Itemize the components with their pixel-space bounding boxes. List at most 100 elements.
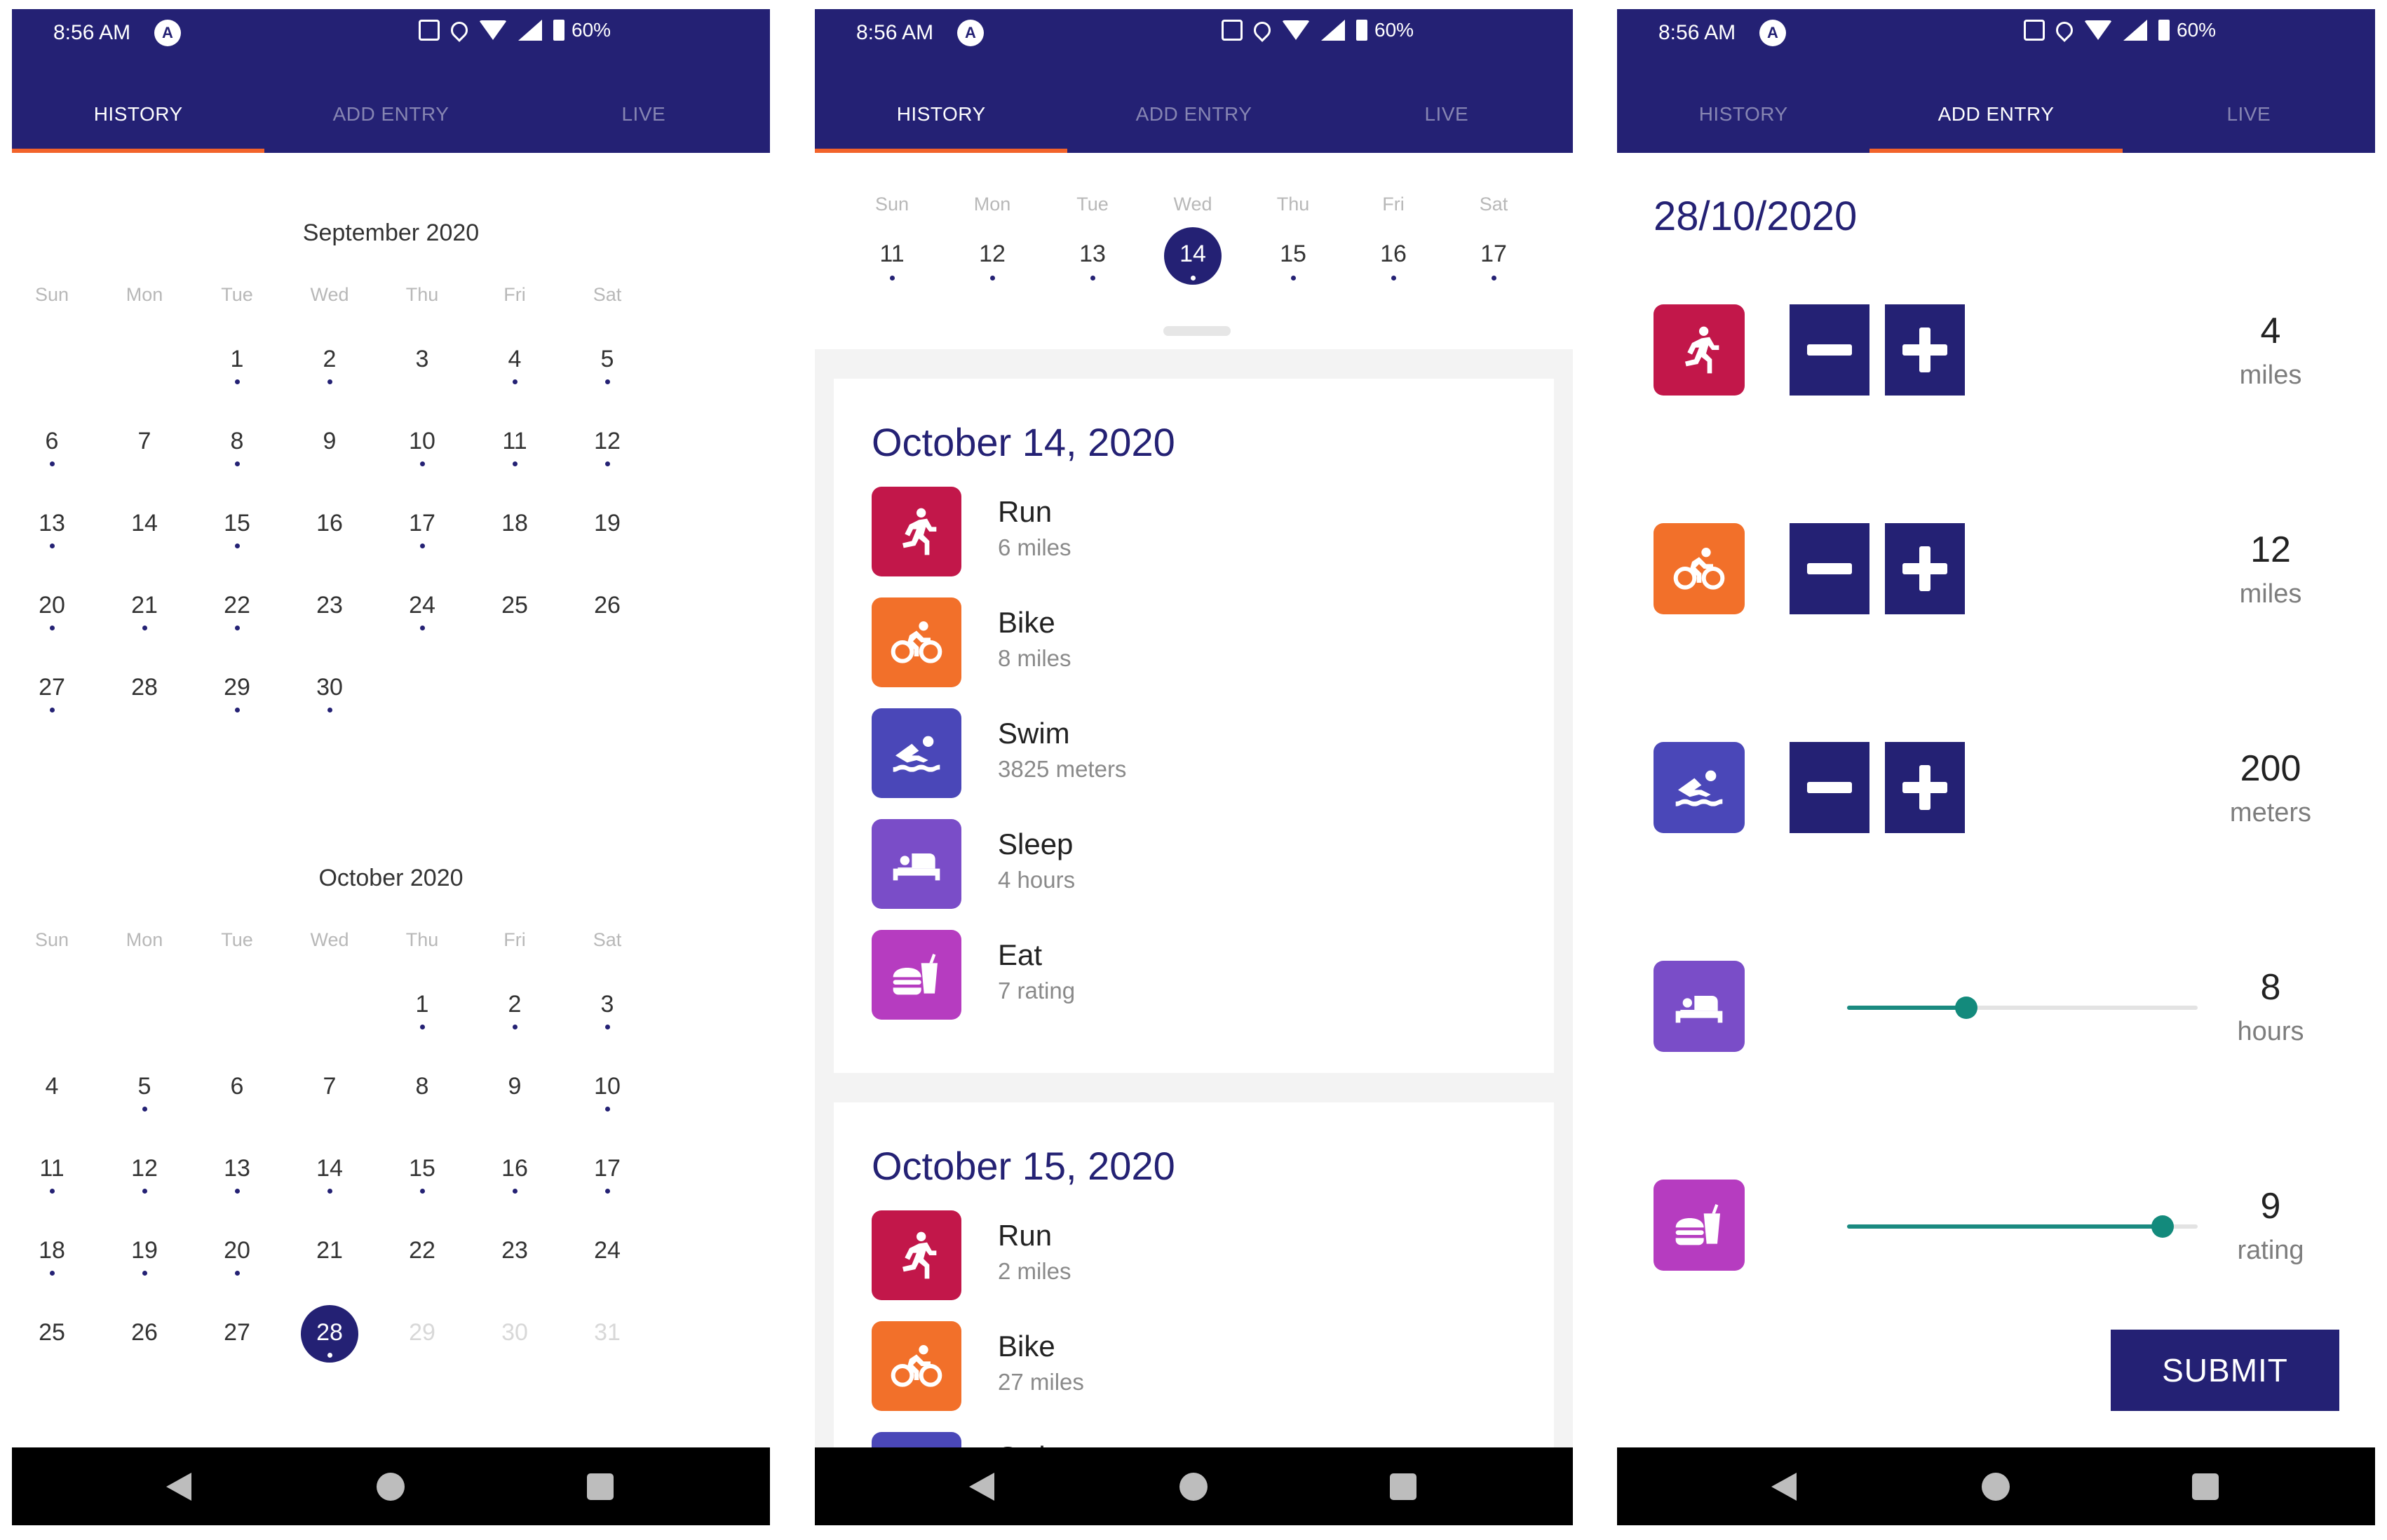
activity-entry[interactable]: Swim <box>872 1432 1503 1447</box>
calendar-day[interactable]: 18 <box>17 1237 87 1279</box>
activity-entry[interactable]: Eat 7 rating <box>872 930 1503 1021</box>
calendar-day[interactable]: 7 <box>295 1073 365 1115</box>
calendar-day[interactable]: 5 <box>572 346 642 388</box>
tab-add-entry[interactable]: ADD ENTRY <box>264 79 517 153</box>
calendar-day[interactable]: 25 <box>480 592 550 634</box>
activity-entry[interactable]: Bike 27 miles <box>872 1321 1503 1412</box>
calendar-day[interactable]: 10 <box>572 1073 642 1115</box>
calendar-day[interactable]: 18 <box>480 510 550 552</box>
tab-history[interactable]: HISTORY <box>12 79 265 153</box>
calendar-day[interactable]: 27 <box>202 1319 272 1361</box>
recents-icon[interactable] <box>587 1473 614 1500</box>
calendar-day[interactable]: 31 <box>572 1319 642 1361</box>
tab-add-entry[interactable]: ADD ENTRY <box>1869 79 2123 153</box>
calendar-day[interactable]: 15 <box>387 1155 457 1197</box>
week-day[interactable]: 17 <box>1459 241 1529 290</box>
calendar-day[interactable]: 4 <box>480 346 550 388</box>
decrement-button[interactable] <box>1790 742 1869 833</box>
calendar-day[interactable]: 16 <box>480 1155 550 1197</box>
expand-handle[interactable] <box>1163 326 1231 336</box>
slider-thumb[interactable] <box>2151 1215 2174 1238</box>
calendar-day[interactable]: 11 <box>17 1155 87 1197</box>
calendar-day[interactable]: 17 <box>572 1155 642 1197</box>
calendar-day[interactable]: 24 <box>387 592 457 634</box>
back-icon[interactable] <box>969 1473 994 1501</box>
decrement-button[interactable] <box>1790 304 1869 396</box>
calendar-day[interactable]: 8 <box>202 428 272 470</box>
calendar-day[interactable]: 25 <box>17 1319 87 1361</box>
calendar-day[interactable]: 21 <box>295 1237 365 1279</box>
calendar-day[interactable]: 23 <box>295 592 365 634</box>
calendar-day[interactable]: 14 <box>295 1155 365 1197</box>
calendar-day[interactable]: 21 <box>109 592 180 634</box>
calendar-day[interactable]: 6 <box>202 1073 272 1115</box>
calendar-day[interactable]: 24 <box>572 1237 642 1279</box>
tab-live[interactable]: LIVE <box>1320 79 1573 153</box>
calendar-day[interactable]: 12 <box>109 1155 180 1197</box>
calendar-day[interactable]: 9 <box>295 428 365 470</box>
week-day[interactable]: 12 <box>957 241 1027 290</box>
calendar-day[interactable]: 9 <box>480 1073 550 1115</box>
week-day[interactable]: 15 <box>1258 241 1328 290</box>
activity-entry[interactable]: Run 6 miles <box>872 487 1503 578</box>
week-day[interactable]: 16 <box>1358 241 1428 290</box>
calendar-day[interactable]: 8 <box>387 1073 457 1115</box>
back-icon[interactable] <box>1771 1473 1797 1501</box>
calendar-day[interactable]: 6 <box>17 428 87 470</box>
calendar-day[interactable]: 3 <box>572 991 642 1033</box>
week-day[interactable]: 13 <box>1057 241 1128 290</box>
calendar-day[interactable]: 11 <box>480 428 550 470</box>
calendar-day[interactable]: 1 <box>202 346 272 388</box>
home-icon[interactable] <box>377 1473 405 1501</box>
calendar-day[interactable]: 20 <box>17 592 87 634</box>
calendar-day[interactable]: 29 <box>387 1319 457 1361</box>
eat-slider[interactable] <box>1847 1215 2198 1238</box>
decrement-button[interactable] <box>1790 523 1869 614</box>
calendar-day[interactable]: 26 <box>109 1319 180 1361</box>
increment-button[interactable] <box>1885 523 1965 614</box>
activity-entry[interactable]: Sleep 4 hours <box>872 819 1503 910</box>
calendar-day[interactable]: 3 <box>387 346 457 388</box>
calendar-day[interactable]: 2 <box>295 346 365 388</box>
calendar-day[interactable]: 23 <box>480 1237 550 1279</box>
calendar-day[interactable]: 20 <box>202 1237 272 1279</box>
calendar-day[interactable]: 28 <box>295 1305 365 1363</box>
tab-live[interactable]: LIVE <box>518 79 770 153</box>
calendar-day[interactable]: 14 <box>109 510 180 552</box>
calendar-day[interactable]: 29 <box>202 674 272 716</box>
sleep-slider[interactable] <box>1847 997 2198 1019</box>
tab-history[interactable]: HISTORY <box>815 79 1068 153</box>
home-icon[interactable] <box>1982 1473 2010 1501</box>
tab-add-entry[interactable]: ADD ENTRY <box>1067 79 1320 153</box>
back-icon[interactable] <box>166 1473 191 1501</box>
calendar-day[interactable]: 5 <box>109 1073 180 1115</box>
calendar-day[interactable]: 7 <box>109 428 180 470</box>
tab-live[interactable]: LIVE <box>2123 79 2375 153</box>
calendar-day[interactable]: 22 <box>387 1237 457 1279</box>
tab-history[interactable]: HISTORY <box>1617 79 1869 153</box>
submit-button[interactable]: SUBMIT <box>2111 1330 2339 1411</box>
calendar-day[interactable]: 26 <box>572 592 642 634</box>
activity-entry[interactable]: Swim 3825 meters <box>872 708 1503 799</box>
calendar-day[interactable]: 16 <box>295 510 365 552</box>
calendar-day[interactable]: 22 <box>202 592 272 634</box>
activity-entry[interactable]: Bike 8 miles <box>872 597 1503 689</box>
slider-thumb[interactable] <box>1955 997 1977 1019</box>
home-icon[interactable] <box>1179 1473 1208 1501</box>
calendar-day[interactable]: 10 <box>387 428 457 470</box>
increment-button[interactable] <box>1885 742 1965 833</box>
calendar-day[interactable]: 19 <box>109 1237 180 1279</box>
calendar-day[interactable]: 19 <box>572 510 642 552</box>
increment-button[interactable] <box>1885 304 1965 396</box>
calendar-day[interactable]: 13 <box>17 510 87 552</box>
calendar-day[interactable]: 27 <box>17 674 87 716</box>
recents-icon[interactable] <box>2192 1473 2219 1500</box>
calendar-day[interactable]: 28 <box>109 674 180 716</box>
calendar-day[interactable]: 17 <box>387 510 457 552</box>
calendar-day[interactable]: 2 <box>480 991 550 1033</box>
activity-entry[interactable]: Run 2 miles <box>872 1210 1503 1302</box>
recents-icon[interactable] <box>1390 1473 1416 1500</box>
calendar-day[interactable]: 12 <box>572 428 642 470</box>
calendar-day[interactable]: 13 <box>202 1155 272 1197</box>
calendar-day[interactable]: 30 <box>480 1319 550 1361</box>
